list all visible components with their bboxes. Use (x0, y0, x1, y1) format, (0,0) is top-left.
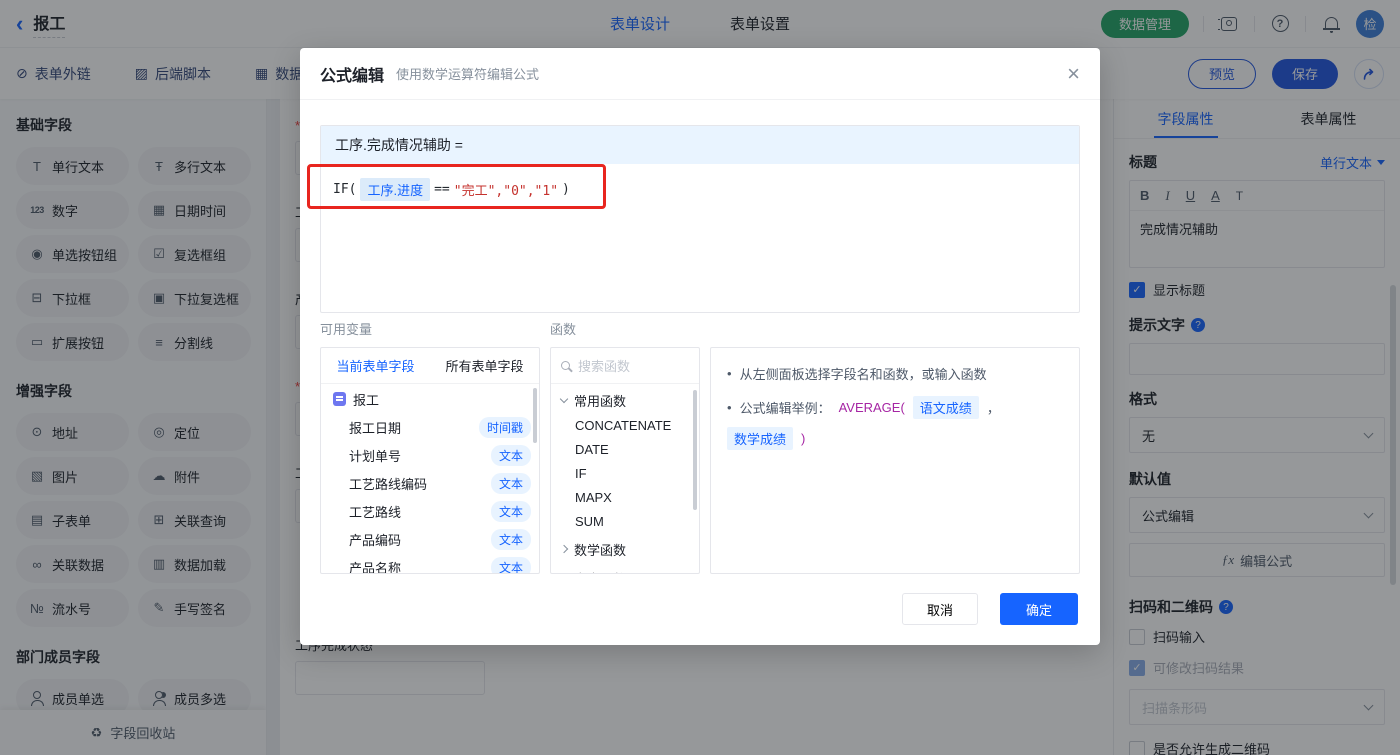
close-icon[interactable]: × (1067, 62, 1080, 85)
chevron-right-icon (559, 544, 569, 554)
formula-expression[interactable]: IF( 工序.进度 == "完工","0","1") (321, 164, 1079, 215)
type-tag: 文本 (490, 556, 531, 573)
formula-target: 工序.完成情况辅助 = (321, 126, 1079, 164)
tip-example-end: ) (801, 431, 806, 446)
search-icon (561, 361, 570, 370)
confirm-button[interactable]: 确定 (1000, 593, 1078, 625)
formula-editor-box[interactable]: 工序.完成情况辅助 = IF( 工序.进度 == "完工","0","1") (320, 125, 1080, 313)
type-tag: 文本 (490, 500, 531, 522)
bullet: • (727, 400, 732, 415)
search-placeholder: 搜索函数 (578, 359, 631, 374)
formula-prefix: IF( (333, 182, 357, 197)
variable-item[interactable]: 产品名称 文本 (321, 554, 539, 573)
formula-edit-modal: 公式编辑 使用数学运算符编辑公式 × 工序.完成情况辅助 = IF( 工序.进度… (300, 48, 1100, 645)
function-group-common[interactable]: 常用函数 (551, 387, 699, 413)
formula-suffix: ) (562, 182, 570, 197)
function-item[interactable]: MAPX (551, 485, 699, 509)
type-tag: 时间戳 (478, 416, 531, 438)
formula-strings: "完工","0","1" (453, 184, 559, 199)
tip-example-fn: AVERAGE( (838, 400, 905, 415)
function-item[interactable]: IF (551, 461, 699, 485)
formula-field-chip[interactable]: 工序.进度 (360, 178, 431, 201)
function-item[interactable]: SUM (551, 509, 699, 533)
document-icon (333, 392, 346, 406)
variable-root[interactable]: 报工 (321, 386, 539, 412)
tip-line1: 从左侧面板选择字段名和函数，或输入函数 (739, 367, 987, 382)
function-group-math[interactable]: 数学函数 (551, 536, 699, 562)
function-item[interactable]: CONCATENATE (551, 413, 699, 437)
tip-comma: ， (986, 401, 1000, 416)
function-item[interactable]: DATE (551, 437, 699, 461)
type-tag: 文本 (490, 528, 531, 550)
variables-label: 可用变量 (320, 322, 373, 337)
cancel-button[interactable]: 取消 (902, 593, 978, 625)
functions-panel: 搜索函数 常用函数 CONCATENATE DATE IF MAPX SUM 数… (550, 347, 700, 574)
variable-item[interactable]: 报工日期 时间戳 (321, 414, 539, 440)
example-chip: 语文成绩 (912, 396, 979, 419)
modal-subtitle: 使用数学运算符编辑公式 (396, 67, 540, 82)
formula-operator: == (434, 182, 450, 197)
variables-panel: 当前表单字段 所有表单字段 报工 报工日期 时间戳 计划单号 文本 工艺路线编码 文本… (320, 347, 540, 574)
variable-item[interactable]: 工艺路线编码 文本 (321, 470, 539, 496)
type-tag: 文本 (490, 472, 531, 494)
variable-item[interactable]: 工艺路线 文本 (321, 498, 539, 524)
tab-all-form-fields[interactable]: 所有表单字段 (430, 348, 539, 383)
chevron-down-icon (559, 394, 569, 404)
variable-item[interactable]: 产品编码 文本 (321, 526, 539, 552)
tips-panel: • 从左侧面板选择字段名和函数，或输入函数 • 公式编辑举例： AVERAGE( … (710, 347, 1080, 574)
tab-current-form-fields[interactable]: 当前表单字段 (321, 348, 430, 383)
function-group-text[interactable]: 文本函数 (551, 565, 699, 574)
scrollbar-thumb[interactable] (693, 390, 697, 510)
example-chip: 数学成绩 (727, 427, 794, 450)
functions-label: 函数 (550, 322, 577, 337)
type-tag: 文本 (490, 444, 531, 466)
modal-title: 公式编辑 (320, 67, 385, 85)
tip-line2-label: 公式编辑举例： (739, 401, 831, 416)
function-search[interactable]: 搜索函数 (551, 348, 699, 384)
scrollbar-thumb[interactable] (533, 388, 537, 443)
variable-item[interactable]: 计划单号 文本 (321, 442, 539, 468)
bullet: • (727, 366, 732, 381)
